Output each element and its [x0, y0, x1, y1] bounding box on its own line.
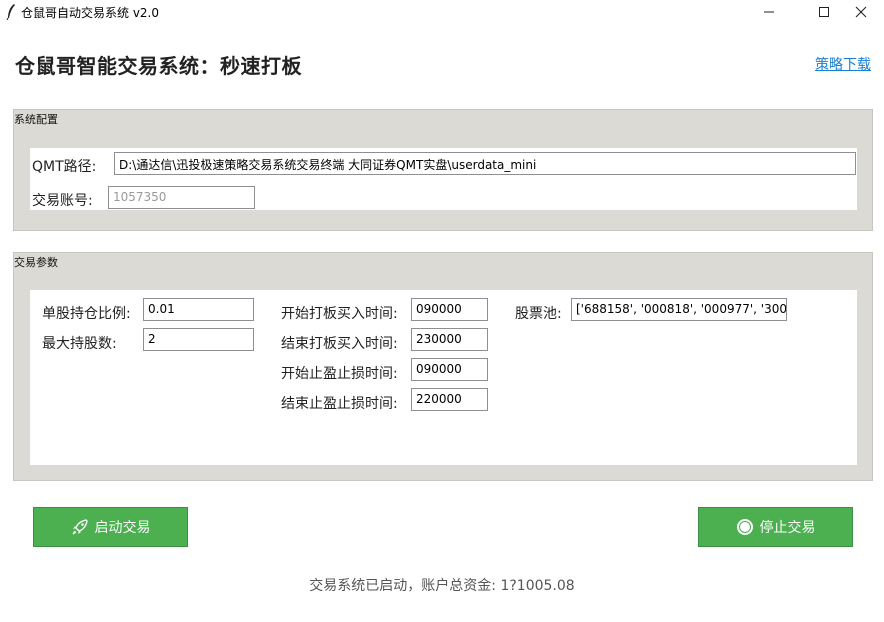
stop-circle-icon	[736, 519, 753, 535]
stop-start-time-input[interactable]: 090000	[411, 358, 488, 381]
feather-icon	[6, 4, 15, 20]
stop-start-time-label: 开始止盈止损时间:	[281, 366, 398, 382]
qmt-path-label: QMT路径:	[32, 159, 97, 175]
max-holdings-label: 最大持股数:	[42, 336, 117, 352]
max-holdings-input[interactable]: 2	[143, 328, 254, 351]
maximize-icon	[819, 7, 829, 17]
app-title: 仓鼠哥智能交易系统：秒速打板	[15, 54, 302, 78]
rocket-icon	[72, 519, 88, 535]
trading-params-group: 交易参数 单股持仓比例: 0.01 最大持股数: 2 开始打板买入时间: 090…	[13, 252, 873, 481]
account-label: 交易账号:	[32, 193, 93, 209]
system-config-label: 系统配置	[14, 113, 58, 126]
position-ratio-input[interactable]: 0.01	[143, 298, 254, 321]
trading-params-panel: 单股持仓比例: 0.01 最大持股数: 2 开始打板买入时间: 090000 结…	[30, 290, 857, 465]
buy-end-time-label: 结束打板买入时间:	[281, 336, 398, 352]
stop-end-time-input[interactable]: 220000	[411, 388, 488, 411]
stock-pool-input[interactable]: ['688158', '000818', '000977', '30011	[571, 298, 787, 321]
buy-start-time-input[interactable]: 090000	[411, 298, 488, 321]
close-button[interactable]	[838, 0, 884, 24]
system-config-group: 系统配置 QMT路径: D:\通达信\迅投极速策略交易系统交易终端 大同证券QM…	[13, 109, 873, 231]
buy-start-time-label: 开始打板买入时间:	[281, 306, 398, 322]
window-title: 仓鼠哥自动交易系统 v2.0	[21, 6, 160, 20]
position-ratio-label: 单股持仓比例:	[42, 306, 131, 322]
system-config-panel: QMT路径: D:\通达信\迅投极速策略交易系统交易终端 大同证券QMT实盘\u…	[30, 148, 857, 210]
trading-params-label: 交易参数	[14, 256, 58, 269]
status-text: 交易系统已启动，账户总资金: 1?1005.08	[309, 578, 575, 594]
buy-end-time-input[interactable]: 230000	[411, 328, 488, 351]
minimize-icon	[764, 11, 774, 13]
stop-trading-label: 停止交易	[759, 520, 816, 536]
minimize-button[interactable]	[746, 0, 792, 24]
close-icon	[855, 6, 867, 18]
start-trading-button[interactable]: 启动交易	[33, 507, 188, 547]
window-titlebar: 仓鼠哥自动交易系统 v2.0	[0, 0, 884, 24]
stop-end-time-label: 结束止盈止损时间:	[281, 396, 398, 412]
stop-trading-button[interactable]: 停止交易	[698, 507, 853, 547]
start-trading-label: 启动交易	[94, 520, 151, 536]
qmt-path-input[interactable]: D:\通达信\迅投极速策略交易系统交易终端 大同证券QMT实盘\userdata…	[114, 152, 856, 175]
stock-pool-label: 股票池:	[515, 306, 562, 322]
account-input[interactable]: 1057350	[108, 186, 255, 209]
strategy-download-link[interactable]: 策略下载	[815, 54, 871, 74]
